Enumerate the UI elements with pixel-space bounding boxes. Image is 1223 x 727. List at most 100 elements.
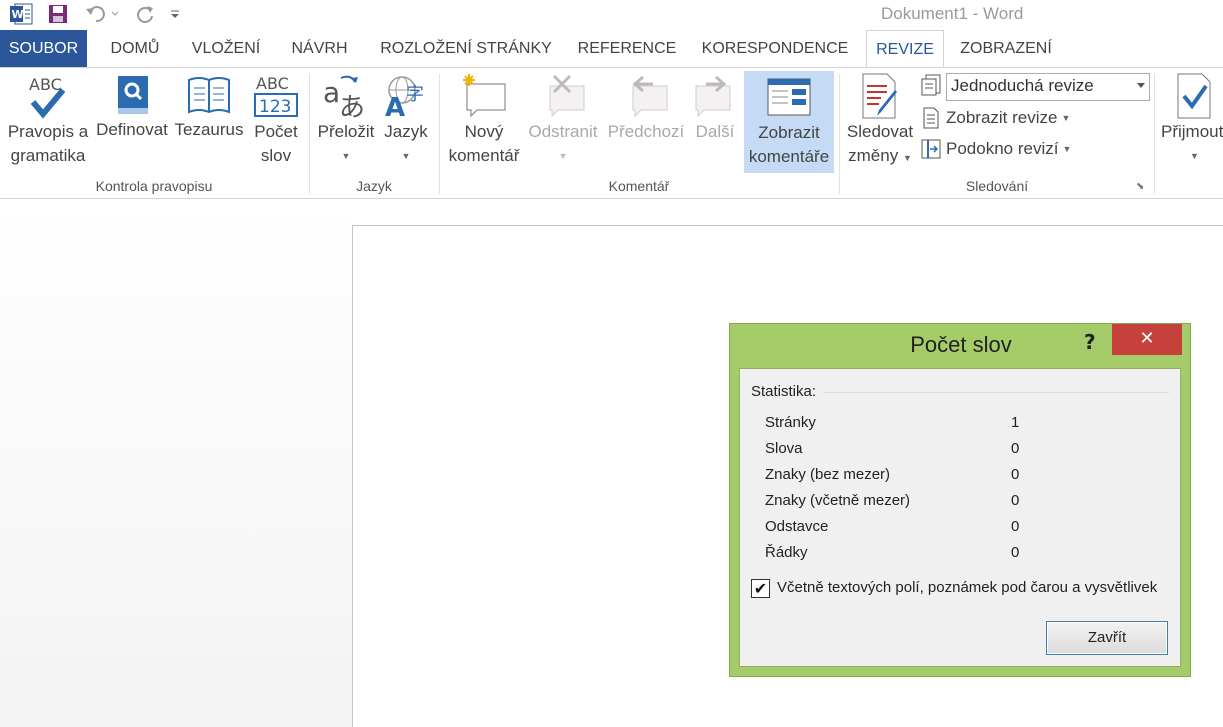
close-dialog-button[interactable]: Zavřít — [1046, 621, 1168, 655]
define-book-icon — [118, 76, 148, 114]
show-markup-label: Zobrazit revize — [946, 108, 1058, 127]
tab-file[interactable]: SOUBOR — [0, 30, 87, 67]
window-title: Dokument1 - Word — [881, 4, 1024, 23]
stat-label: Stránky — [765, 414, 816, 431]
show-comments-label-2: komentáře — [748, 147, 830, 166]
quick-access-toolbar: W Dokument1 - Word — [0, 0, 1223, 30]
track-changes-button[interactable]: Sledovat změny ▼ — [843, 68, 917, 176]
group-separator — [1154, 74, 1155, 194]
show-comments-label-1: Zobrazit — [758, 123, 820, 142]
new-comment-label-1: Nový — [464, 122, 504, 141]
abc-icon-text: ABC — [256, 74, 289, 93]
tab-home[interactable]: DOMŮ — [96, 30, 174, 67]
delete-comment-button[interactable]: Odstranit ▼ — [524, 68, 602, 176]
svg-text:字: 字 — [406, 84, 424, 105]
stat-value: 0 — [1011, 466, 1020, 483]
track-changes-label-1: Sledovat — [846, 122, 914, 141]
accept-label: Přijmout — [1161, 122, 1223, 141]
show-markup-dropdown-icon: ▼ — [1061, 113, 1071, 123]
include-textboxes-label[interactable]: Včetně textových polí, poznámek pod čaro… — [777, 579, 1157, 596]
tab-view[interactable]: ZOBRAZENÍ — [950, 30, 1062, 67]
svg-text:A: A — [385, 93, 405, 120]
include-textboxes-checkbox[interactable]: ✔ — [751, 579, 770, 598]
stat-value: 1 — [1011, 414, 1020, 431]
new-comment-label-2: komentář — [448, 146, 520, 165]
word-count-label-1: Počet — [254, 122, 298, 141]
tab-insert[interactable]: VLOŽENÍ — [181, 30, 271, 67]
reviewing-pane-icon — [921, 139, 941, 159]
redo-icon[interactable] — [134, 2, 158, 26]
ribbon-tabs: SOUBOR DOMŮ VLOŽENÍ NÁVRH ROZLOŽENÍ STRÁ… — [0, 30, 1223, 68]
reviewing-pane-button[interactable]: Podokno revizí ▼ — [920, 137, 1071, 161]
spelling-label-1: Pravopis a — [7, 122, 89, 141]
abc-icon-text: ABC — [29, 75, 62, 94]
thesaurus-label: Tezaurus — [174, 120, 244, 139]
stat-label: Řádky — [765, 544, 808, 561]
svg-text:a: a — [323, 76, 340, 109]
next-comment-button[interactable]: Další — [688, 68, 742, 176]
delete-comment-icon — [549, 74, 585, 118]
stat-row: Odstavce 0 — [765, 518, 1035, 542]
display-for-review-icon — [920, 73, 944, 97]
track-changes-label-2-text: změny — [848, 146, 899, 165]
display-for-review-value: Jednoduchá revize — [951, 76, 1094, 95]
previous-comment-button[interactable]: Předchozí — [605, 68, 687, 176]
spelling-check-icon: ABC — [29, 75, 66, 119]
dialog-launcher-icon[interactable]: ⬊ — [1136, 181, 1144, 192]
tab-page-layout[interactable]: ROZLOŽENÍ STRÁNKY — [368, 30, 564, 67]
left-margin-area — [0, 199, 352, 727]
previous-comment-icon — [632, 75, 668, 118]
customize-qat-icon[interactable] — [168, 2, 182, 26]
accept-dropdown-icon: ▼ — [1190, 151, 1199, 161]
define-button[interactable]: Definovat — [92, 68, 172, 176]
svg-text:あ: あ — [339, 93, 365, 120]
help-icon[interactable]: ? — [1084, 330, 1096, 354]
translate-label: Přeložit — [317, 122, 375, 141]
define-label: Definovat — [96, 120, 168, 139]
track-changes-icon — [862, 73, 897, 119]
next-comment-label: Další — [695, 122, 735, 141]
tab-mailings[interactable]: KORESPONDENCE — [692, 30, 858, 67]
stat-value: 0 — [1011, 544, 1020, 561]
translate-button[interactable]: aあ Přeložit ▼ — [314, 68, 378, 176]
language-button[interactable]: A字 Jazyk ▼ — [380, 68, 432, 176]
close-icon[interactable]: ✕ — [1112, 324, 1182, 355]
tab-references[interactable]: REFERENCE — [572, 30, 682, 67]
stat-value: 0 — [1011, 440, 1020, 457]
language-label: Jazyk — [384, 122, 428, 141]
track-changes-label-2: změny ▼ — [843, 144, 917, 170]
word-count-icon: ABC 123 — [254, 74, 298, 117]
stat-row: Řádky 0 — [765, 544, 1035, 568]
tab-design[interactable]: NÁVRH — [280, 30, 359, 67]
word-count-button[interactable]: ABC 123 Počet slov — [248, 68, 304, 176]
next-comment-icon — [695, 75, 731, 118]
save-icon[interactable] — [46, 2, 70, 26]
translate-icon: aあ — [323, 75, 365, 120]
stat-label: Odstavce — [765, 518, 829, 535]
new-comment-button[interactable]: Nový komentář — [444, 68, 524, 176]
stat-label: Znaky (bez mezer) — [765, 466, 891, 483]
group-separator — [439, 74, 440, 194]
show-markup-button[interactable]: Zobrazit revize ▼ — [920, 106, 1070, 130]
statistics-label: Statistika: — [751, 383, 817, 400]
show-comments-button[interactable]: Zobrazit komentáře — [744, 71, 834, 173]
previous-comment-label: Předchozí — [607, 122, 685, 141]
group-label-proofing: Kontrola pravopisu — [95, 178, 213, 194]
word-app-icon[interactable]: W — [8, 2, 34, 26]
tab-review[interactable]: REVIZE — [866, 30, 944, 68]
word-count-label-2: slov — [260, 146, 292, 165]
undo-icon[interactable] — [82, 2, 122, 26]
stat-row: Slova 0 — [765, 440, 1035, 464]
spelling-label-2: gramatika — [10, 146, 86, 165]
track-changes-dropdown-icon: ▼ — [902, 153, 912, 163]
accept-button[interactable]: Přijmout ▼ — [1158, 68, 1223, 176]
thesaurus-button[interactable]: Tezaurus — [173, 68, 245, 176]
stat-row: Znaky (bez mezer) 0 — [765, 466, 1035, 490]
reviewing-pane-dropdown-icon: ▼ — [1062, 144, 1072, 154]
accept-icon — [1177, 73, 1211, 119]
group-label-tracking: Sledování — [965, 178, 1029, 194]
display-for-review-combo[interactable]: Jednoduchá revize — [946, 73, 1150, 101]
delete-comment-dropdown-icon: ▼ — [558, 151, 568, 161]
spelling-grammar-button[interactable]: ABC Pravopis a gramatika — [4, 68, 92, 176]
combo-dropdown-icon[interactable] — [1137, 83, 1145, 88]
